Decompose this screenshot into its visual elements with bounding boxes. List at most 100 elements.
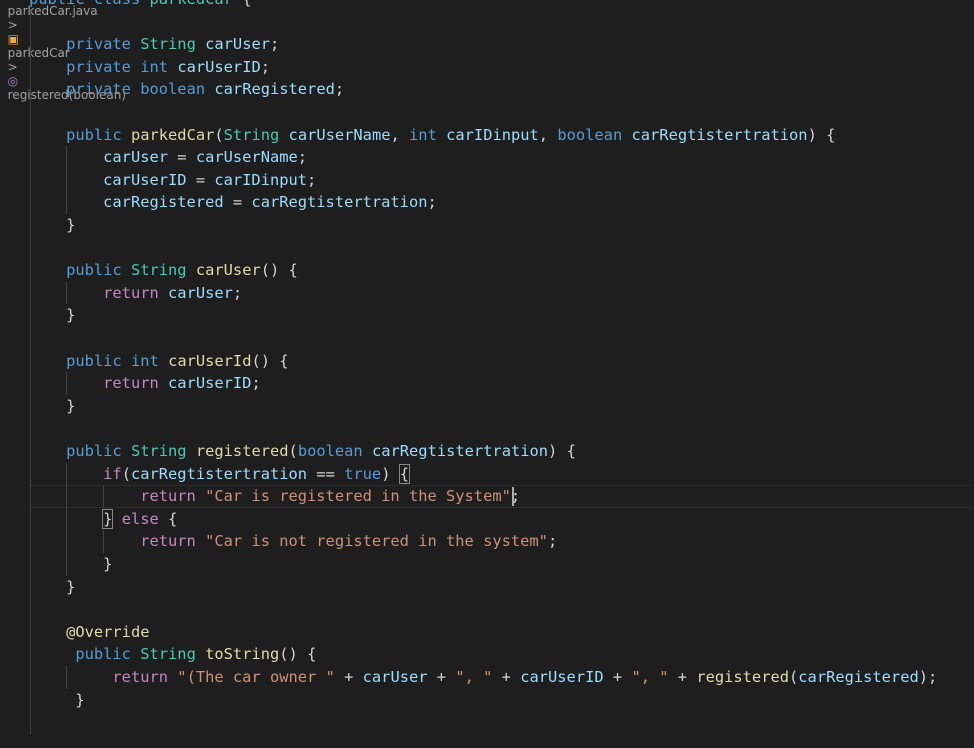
code-token: carRegtistertration [631,125,808,144]
code-editor[interactable]: public class parkedCar { private String … [0,0,974,748]
code-line[interactable]: } [0,553,974,576]
code-token: } [29,396,76,415]
code-token: "Car is not registered in the system" [205,532,548,551]
code-line[interactable]: } [0,304,974,327]
code-line[interactable] [0,598,974,621]
code-token: ", " [631,668,669,686]
code-line[interactable] [0,237,974,260]
code-token: carUserName [195,148,298,167]
code-token: if [103,464,122,483]
code-token: private [66,57,131,76]
code-token: carUserID [103,170,187,189]
code-line[interactable]: } [0,689,974,712]
code-line[interactable]: } else { [0,508,974,531]
code-token: } [29,555,113,573]
code-token: carIDinput [446,125,539,144]
code-line[interactable]: carUserID = carIDinput; [0,169,974,192]
code-line[interactable]: return carUser; [0,282,974,305]
code-line[interactable]: public class parkedCar { [0,0,974,11]
code-token: ; [297,148,308,167]
indent-guide [30,10,31,734]
code-token: ; [260,57,271,76]
indent-guide [66,372,67,395]
code-token: + [603,668,632,686]
code-token: carRegtistertration [251,193,428,212]
code-line[interactable]: return "Car is not registered in the sys… [0,530,974,553]
code-line[interactable]: private int carUserID; [0,56,974,79]
code-token: { [158,509,178,528]
code-line[interactable]: carUser = carUserName; [0,146,974,169]
code-token: ( [121,464,131,483]
code-line[interactable]: carRegistered = carRegtistertration; [0,191,974,214]
code-token: registered [696,668,789,686]
code-token: , [538,125,558,144]
code-token: carUser [103,148,169,167]
code-line[interactable]: return "Car is registered in the System"… [0,485,974,508]
code-token: return [140,487,196,506]
code-token: int [409,125,437,144]
code-token: public [66,261,122,280]
text-cursor [512,487,514,507]
code-token: public [66,125,122,144]
code-token: carUser [205,35,270,54]
code-token: carUser [362,668,428,686]
code-line[interactable]: public parkedCar(String carUserName, int… [0,124,974,147]
code-token: toString [205,645,280,664]
code-line[interactable]: public int carUserId() { [0,350,974,373]
code-token: + [427,668,456,686]
code-token: int [130,351,159,370]
code-token: public [29,0,85,8]
code-token: = [168,148,196,167]
code-line[interactable] [0,11,974,34]
code-line[interactable]: } [0,214,974,237]
code-line[interactable]: return "(The car owner " + carUser + ", … [0,666,974,689]
code-line[interactable]: public String carUser() { [0,259,974,282]
code-token: parkedCar [130,125,215,144]
code-line[interactable]: if(carRegtistertration == true) { [0,463,974,486]
code-token: ; [334,80,345,99]
code-token: carRegistered [103,193,224,212]
code-line[interactable]: public String toString() { [0,643,974,666]
code-token: () { [260,261,298,280]
code-token: carUserID [177,57,261,76]
code-line[interactable]: private boolean carRegistered; [0,78,974,101]
code-token: "(The car owner " [177,668,335,686]
code-line[interactable]: } [0,576,974,599]
code-line[interactable] [0,327,974,350]
code-token: @Override [66,622,150,641]
code-token: carRegistered [214,80,335,99]
code-token: carRegistered [798,668,919,686]
code-token: public [66,351,122,370]
code-token: carUserId [168,351,252,370]
code-line[interactable]: public String registered(boolean carRegt… [0,440,974,463]
code-line[interactable]: return carUserID; [0,372,974,395]
code-line[interactable]: } [0,395,974,418]
indent-guide [103,530,104,553]
code-line[interactable] [0,101,974,124]
code-token: boolean [140,80,206,99]
code-line[interactable]: private String carUser; [0,33,974,56]
code-token: parkedCar [150,0,233,8]
code-token: true [344,464,382,483]
code-token: ", " [455,668,493,686]
code-token: carUser [168,283,233,302]
code-token: ; [251,374,261,393]
code-line[interactable]: @Override [0,621,974,644]
code-line[interactable] [0,417,974,440]
code-token: class [94,0,140,8]
code-token: ; [547,532,558,551]
